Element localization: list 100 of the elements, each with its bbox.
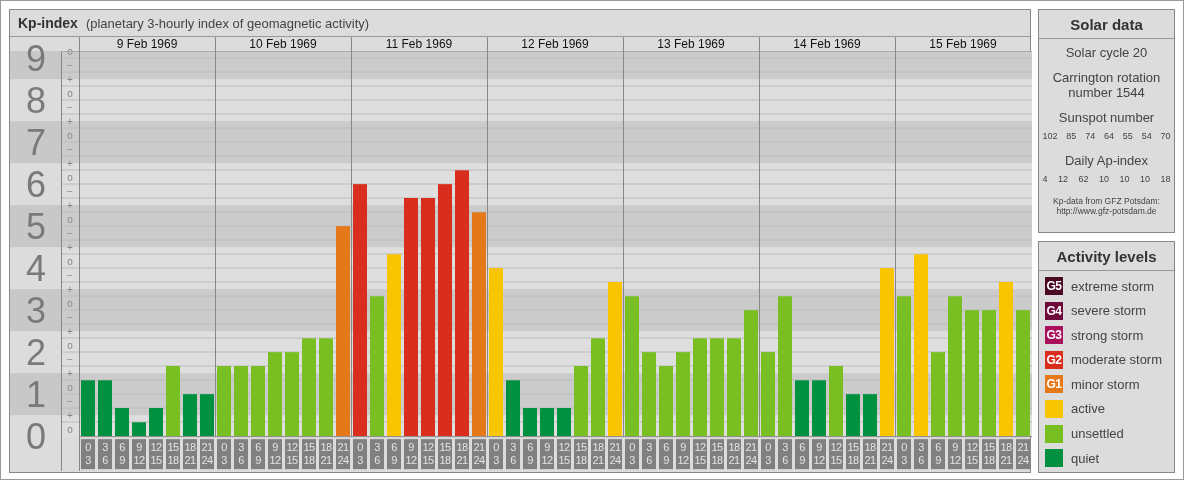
sunspot-value: 102 (1042, 131, 1058, 141)
date-label: 14 Feb 1969 (793, 37, 861, 51)
time-slot-label: 18 21 (863, 439, 877, 470)
time-slot-label: 9 12 (676, 439, 690, 470)
source-url: http://www.gfz-potsdam.de (1056, 206, 1157, 216)
x-tick-label: 6 9 (119, 441, 126, 467)
kp-step-label: + (67, 74, 73, 85)
sunspot-value: 55 (1122, 131, 1133, 141)
panel-title: Activity levels (1039, 242, 1174, 271)
time-slot-label: 6 9 (387, 439, 401, 470)
x-tick-label: 0 3 (357, 441, 364, 467)
date-label: 12 Feb 1969 (521, 37, 589, 51)
kp-step-label: o (67, 382, 73, 393)
x-tick-label: 3 6 (782, 441, 789, 467)
time-slot-label: 9 12 (404, 439, 418, 470)
y-axis-label: 7 (26, 122, 46, 164)
kp-step-label: o (67, 424, 73, 435)
kp-step-label: + (67, 242, 73, 253)
time-slot-label: 12 15 (693, 439, 707, 470)
time-slot-label: 9 12 (540, 439, 554, 470)
kp-bar (149, 408, 163, 437)
time-slot-label: 9 12 (132, 439, 146, 470)
kp-step-label: + (67, 284, 73, 295)
time-slot-label: 18 21 (319, 439, 333, 470)
kp-bar (829, 366, 843, 437)
time-slot-label: 18 21 (455, 439, 469, 470)
time-slot-label: 12 15 (965, 439, 979, 470)
kp-step-label: o (67, 88, 73, 99)
time-slot-label: 0 3 (489, 439, 503, 470)
time-slot-label: 3 6 (642, 439, 656, 470)
sunspot-value: 85 (1066, 131, 1077, 141)
time-slot-label: 0 3 (897, 439, 911, 470)
time-slot-label: 6 9 (795, 439, 809, 470)
kp-bar (659, 366, 673, 437)
kp-step-label: o (67, 214, 73, 225)
level-label: severe storm (1071, 303, 1147, 319)
chart-title: Kp-index (18, 15, 78, 31)
sunspot-value: 74 (1085, 131, 1096, 141)
carrington-rotation: Carrington rotation number 1544 (1051, 70, 1162, 100)
y-axis-label: 9 (26, 38, 46, 80)
kp-step-label: o (67, 256, 73, 267)
kp-bar (795, 380, 809, 437)
x-tick-label: 0 3 (629, 441, 636, 467)
x-tick-label: 6 9 (255, 441, 262, 467)
time-slot-label: 6 9 (659, 439, 673, 470)
time-slot-label: 15 18 (710, 439, 724, 470)
time-slot-label: 15 18 (982, 439, 996, 470)
kp-step-label: o (67, 172, 73, 183)
level-label: extreme storm (1071, 278, 1155, 294)
kp-bar (200, 394, 214, 437)
x-tick-label: 3 6 (646, 441, 653, 467)
time-slot-label: 21 24 (608, 439, 622, 470)
x-tick-label: 6 9 (663, 441, 670, 467)
time-slot-label: 21 24 (472, 439, 486, 470)
level-label: moderate storm (1071, 352, 1163, 368)
time-slot-label: 0 3 (353, 439, 367, 470)
y-axis-label: 0 (26, 416, 46, 458)
kp-bar (98, 380, 112, 437)
time-slot-label: 12 15 (149, 439, 163, 470)
level-swatch: G1 (1045, 375, 1063, 394)
date-label: 11 Feb 1969 (385, 37, 453, 51)
y-axis-label: 5 (26, 206, 46, 248)
time-slot-label: 21 24 (880, 439, 894, 470)
y-axis-label: 3 (26, 290, 46, 332)
time-slot-label: 0 3 (81, 439, 95, 470)
date-label: 9 Feb 1969 (116, 37, 178, 51)
kp-bar (81, 380, 95, 437)
time-slot-label: 3 6 (506, 439, 520, 470)
kp-step-label: − (67, 186, 73, 197)
ap-index-label: Daily Ap-index (1064, 153, 1149, 168)
kp-bar (115, 408, 129, 437)
time-slot-label: 6 9 (251, 439, 265, 470)
time-slot-label: 18 21 (183, 439, 197, 470)
y-axis-label: 8 (26, 80, 46, 122)
kp-bar (183, 394, 197, 437)
y-axis-label: 1 (26, 374, 46, 416)
time-slot-label: 3 6 (914, 439, 928, 470)
time-slot-label: 21 24 (336, 439, 350, 470)
time-slot-label: 15 18 (846, 439, 860, 470)
solar-cycle: Solar cycle 20 (1065, 45, 1148, 60)
y-axis-label: 6 (26, 164, 46, 206)
level-label: strong storm (1071, 327, 1144, 343)
chart-subtitle: (planetary 3-hourly index of geomagnetic activity) (85, 15, 370, 31)
kp-step-label: + (67, 368, 73, 379)
y-axis-label: 4 (26, 248, 46, 290)
time-slot-label: 6 9 (523, 439, 537, 470)
y-axis-label: 2 (26, 332, 46, 374)
time-slot-label: 15 18 (166, 439, 180, 470)
x-tick-label: 0 3 (901, 441, 908, 467)
time-slot-label: 15 18 (438, 439, 452, 470)
kp-step-label: − (67, 60, 73, 71)
kp-step-label: − (67, 102, 73, 113)
kp-step-label: − (67, 270, 73, 281)
ap-index-value: 18 (1160, 174, 1171, 184)
level-swatch: G4 (1045, 301, 1063, 320)
time-slot-label: 3 6 (234, 439, 248, 470)
kp-step-label: − (67, 144, 73, 155)
kp-bar (557, 408, 571, 437)
kp-step-label: o (67, 130, 73, 141)
kp-bar (234, 366, 248, 437)
